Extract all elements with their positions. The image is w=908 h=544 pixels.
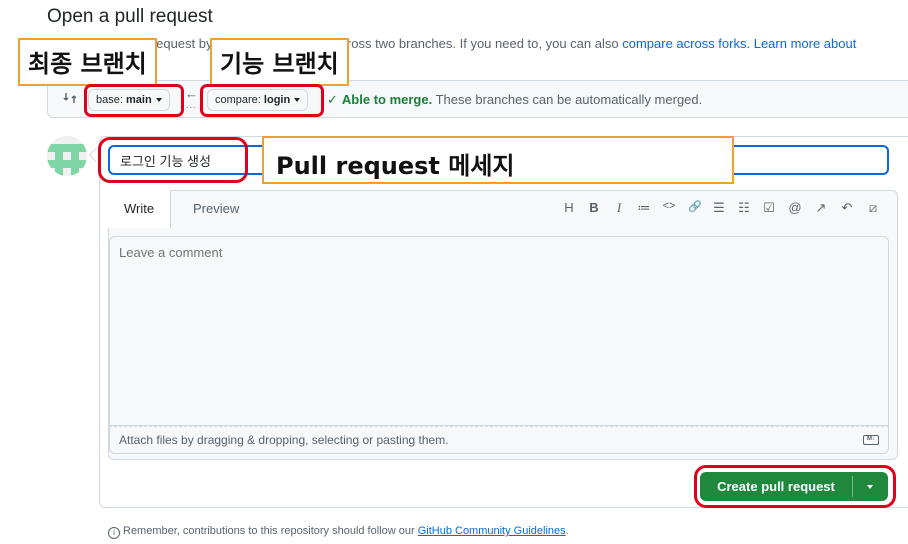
italic-icon[interactable]: I — [610, 200, 628, 216]
arrow-dots: ... — [186, 100, 197, 110]
markdown-icon: M↓ — [863, 435, 879, 445]
merge-status: ✓ Able to merge. These branches can be au… — [327, 92, 702, 108]
avatar[interactable] — [47, 136, 87, 176]
footer-note: i Remember, contributions to this reposit… — [108, 525, 569, 539]
highlight-create-button — [694, 465, 896, 508]
community-guidelines-link[interactable]: GitHub Community Guidelines — [418, 525, 566, 537]
unordered-list-icon[interactable]: ☰ — [710, 200, 728, 216]
check-icon: ✓ — [327, 92, 338, 107]
info-icon: i — [108, 527, 120, 539]
annotation-compare-branch: 기능 브랜치 — [210, 38, 349, 86]
reply-icon[interactable]: ↶ — [838, 200, 856, 216]
learn-more-link[interactable]: Learn more about — [754, 36, 857, 51]
attach-files-bar[interactable]: Attach files by dragging & dropping, sel… — [109, 426, 889, 454]
attach-text: Attach files by dragging & dropping, sel… — [119, 433, 449, 447]
page-description: Create a new pull request by comparing c… — [47, 36, 856, 51]
mention-icon[interactable]: @ — [786, 200, 804, 215]
heading-icon[interactable]: H — [560, 200, 578, 215]
link-icon[interactable]: 🔗 — [686, 200, 704, 213]
highlight-compare-branch — [200, 84, 324, 117]
code-icon[interactable]: <> — [660, 200, 678, 212]
tab-preview[interactable]: Preview — [177, 190, 255, 228]
identicon-icon — [47, 136, 87, 176]
task-list-icon[interactable]: ☑ — [760, 200, 778, 216]
cross-reference-icon[interactable]: ↗ — [812, 200, 830, 216]
arrow-left-icon: ← — [185, 86, 198, 101]
quote-icon[interactable]: ≔ — [635, 200, 653, 216]
page-title: Open a pull request — [47, 6, 213, 27]
annotation-pr-message: Pull request 메세지 — [262, 136, 734, 184]
annotation-base-branch: 최종 브랜치 — [18, 38, 157, 86]
merge-detail-text: These branches can be automatically merg… — [435, 92, 703, 107]
highlight-pr-title — [98, 137, 248, 183]
git-compare-icon — [63, 93, 77, 103]
footer-suffix: . — [565, 525, 569, 537]
fullscreen-icon[interactable]: ⧄ — [864, 200, 882, 216]
merge-ok-text: Able to merge. — [341, 92, 433, 107]
ordered-list-icon[interactable]: ☷ — [735, 200, 753, 216]
comment-textarea[interactable] — [109, 236, 889, 426]
bold-icon[interactable]: B — [585, 200, 603, 215]
tab-write[interactable]: Write — [108, 190, 172, 228]
footer-prefix: Remember, contributions to this reposito… — [123, 525, 418, 537]
highlight-base-branch — [84, 84, 184, 117]
compare-forks-link[interactable]: compare across forks. — [622, 36, 750, 51]
